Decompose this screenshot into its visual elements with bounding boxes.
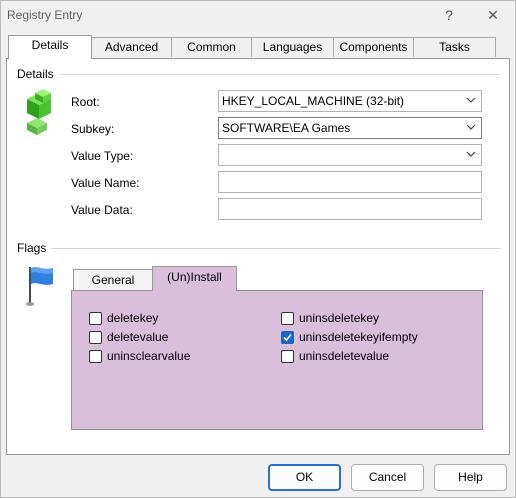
subkey-label: Subkey: xyxy=(71,122,115,136)
tab-common[interactable]: Common xyxy=(171,37,252,57)
checkbox-uninsdeletekeyifempty-label: uninsdeletekeyifempty xyxy=(299,330,418,344)
registry-cubes-icon xyxy=(23,89,57,137)
checkbox-deletevalue[interactable] xyxy=(89,331,102,344)
close-icon[interactable]: ✕ xyxy=(479,3,507,27)
root-value: HKEY_LOCAL_MACHINE (32-bit) xyxy=(222,94,405,108)
tab-advanced[interactable]: Advanced xyxy=(91,37,172,57)
checkbox-deletekey[interactable] xyxy=(89,312,102,325)
checkbox-uninsdeletevalue[interactable] xyxy=(281,350,294,363)
value-data-input[interactable] xyxy=(218,198,482,220)
checkbox-uninsclearvalue-label: uninsclearvalue xyxy=(107,349,191,363)
tab-components[interactable]: Components xyxy=(333,37,414,57)
chevron-down-icon xyxy=(466,120,476,134)
ok-button[interactable]: OK xyxy=(268,464,341,491)
root-select[interactable]: HKEY_LOCAL_MACHINE (32-bit) xyxy=(218,90,482,112)
value-name-label: Value Name: xyxy=(71,176,140,190)
tab-details[interactable]: Details xyxy=(8,35,92,59)
details-divider xyxy=(59,74,501,75)
value-type-select[interactable] xyxy=(218,144,482,166)
checkbox-uninsdeletekey[interactable] xyxy=(281,312,294,325)
chevron-down-icon xyxy=(466,147,476,161)
checkmark-icon xyxy=(283,333,292,342)
checkbox-uninsclearvalue[interactable] xyxy=(89,350,102,363)
window-title: Registry Entry xyxy=(7,8,83,22)
tab-uninstall[interactable]: (Un)Install xyxy=(152,266,237,291)
help-button[interactable]: Help xyxy=(434,464,507,491)
subkey-combo[interactable]: SOFTWARE\EA Games xyxy=(218,117,482,139)
checkbox-uninsdeletevalue-label: uninsdeletevalue xyxy=(299,349,390,363)
value-name-input[interactable] xyxy=(218,171,482,193)
chevron-down-icon xyxy=(466,93,476,107)
help-title-button[interactable]: ? xyxy=(435,3,463,27)
checkbox-deletevalue-label: deletevalue xyxy=(107,330,169,344)
flags-divider xyxy=(51,248,501,249)
subkey-value: SOFTWARE\EA Games xyxy=(222,121,351,135)
registry-entry-dialog: Registry Entry ? ✕ Advanced Common Langu… xyxy=(0,0,516,498)
tab-tasks[interactable]: Tasks xyxy=(413,37,496,57)
checkbox-uninsdeletekey-label: uninsdeletekey xyxy=(299,311,380,325)
tab-languages[interactable]: Languages xyxy=(251,37,334,57)
checkbox-uninsdeletekeyifempty[interactable] xyxy=(281,331,294,344)
title-bar: Registry Entry ? ✕ xyxy=(1,1,515,29)
flags-section-label: Flags xyxy=(17,241,47,255)
tab-general[interactable]: General xyxy=(73,269,153,290)
value-data-label: Value Data: xyxy=(71,203,133,217)
root-label: Root: xyxy=(71,95,100,109)
checkbox-deletekey-label: deletekey xyxy=(107,311,159,325)
cancel-button[interactable]: Cancel xyxy=(351,464,424,491)
blue-flag-icon xyxy=(25,263,57,307)
details-section-label: Details xyxy=(17,67,54,81)
value-type-label: Value Type: xyxy=(71,149,134,163)
